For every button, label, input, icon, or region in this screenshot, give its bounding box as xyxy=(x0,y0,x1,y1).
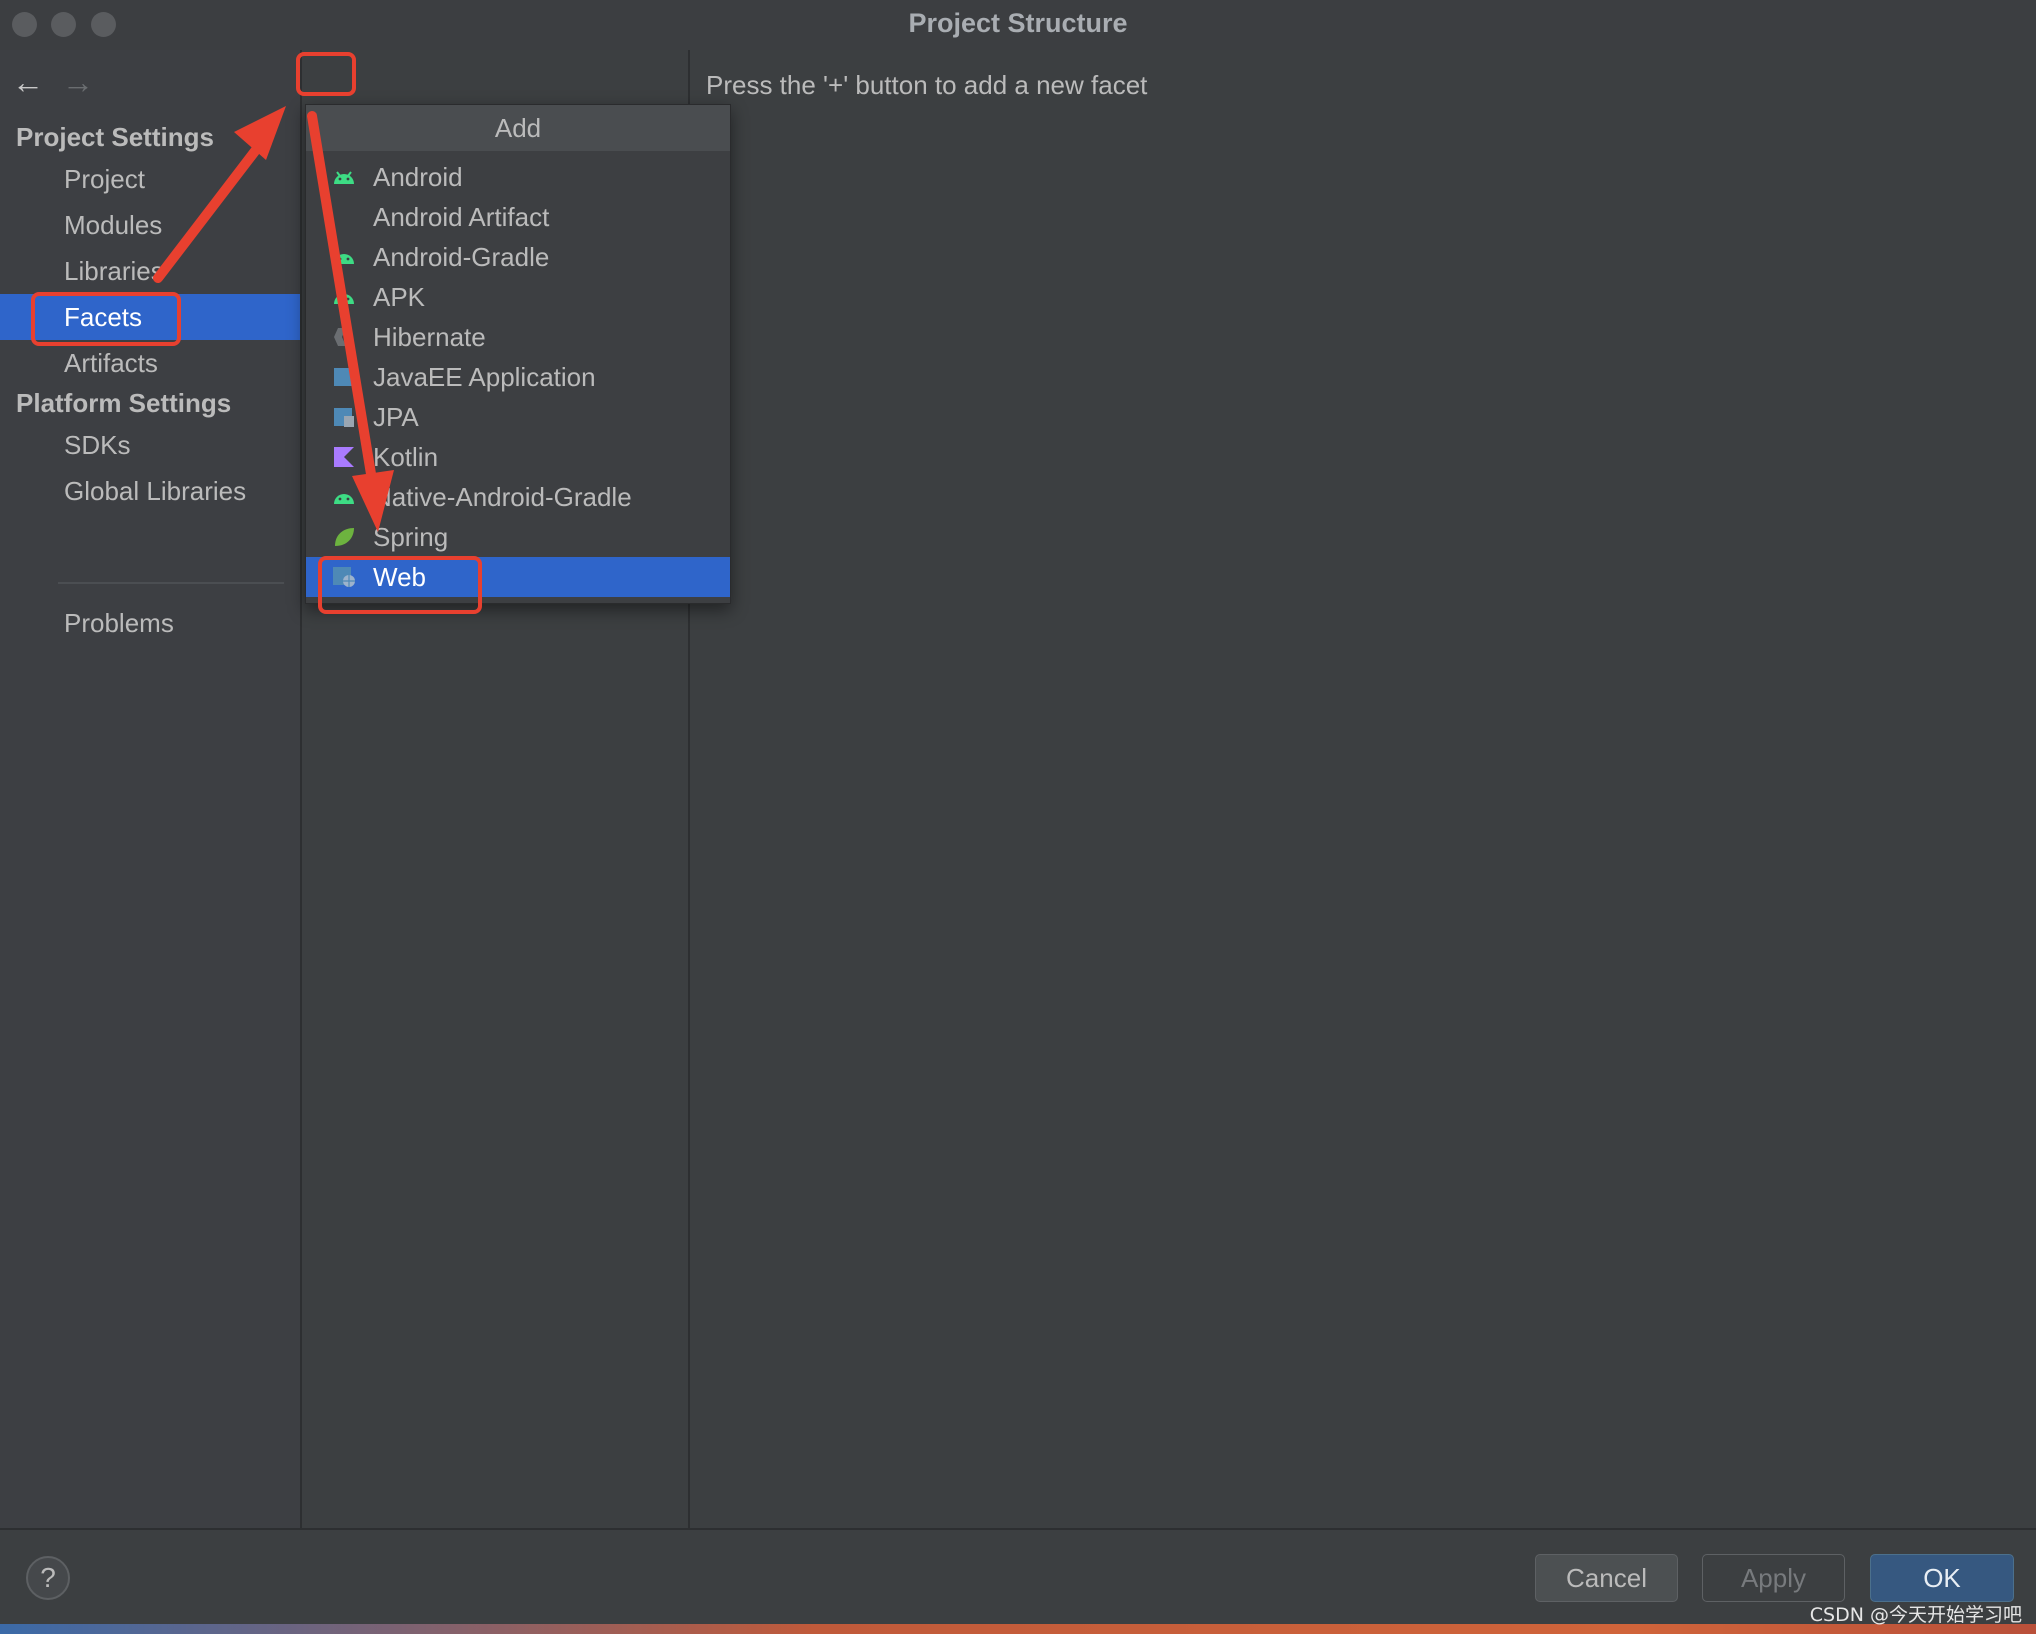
android-icon xyxy=(334,254,354,264)
watermark-text: CSDN @今天开始学习吧 xyxy=(1809,1604,2022,1626)
popup-item-apk[interactable]: APK xyxy=(306,277,730,317)
spring-icon xyxy=(335,528,354,546)
jpa-icon xyxy=(334,408,354,427)
popup-item-label: Hibernate xyxy=(373,322,486,352)
popup-item-hibernate[interactable]: Hibernate xyxy=(306,317,730,357)
forward-arrow-icon[interactable]: → xyxy=(62,66,94,98)
sidebar-item-global-libraries[interactable]: Global Libraries xyxy=(0,468,300,514)
popup-item-label: Spring xyxy=(373,522,449,552)
popup-item-spring[interactable]: Spring xyxy=(306,517,730,557)
empty-hint-text: Press the '+' button to add a new facet xyxy=(706,70,1148,100)
popup-item-label: Android-Gradle xyxy=(373,242,550,272)
window-title: Project Structure xyxy=(908,8,1128,38)
popup-item-label: APK xyxy=(373,282,426,312)
sidebar: ← → Project Settings Project Modules Lib… xyxy=(0,50,302,1528)
help-button[interactable]: ? xyxy=(26,1556,70,1600)
android-icon xyxy=(334,494,354,504)
popup-item-label: Kotlin xyxy=(373,442,439,472)
popup-item-label: Native-Android-Gradle xyxy=(373,482,632,512)
popup-item-label: JavaEE Application xyxy=(373,362,596,392)
back-arrow-icon[interactable]: ← xyxy=(12,66,44,98)
sidebar-divider xyxy=(58,582,284,584)
sidebar-item-sdks[interactable]: SDKs xyxy=(0,422,300,468)
project-settings-heading: Project Settings xyxy=(16,122,214,152)
popup-item-label: Android Artifact xyxy=(373,202,550,232)
popup-item-label: Android xyxy=(373,162,463,192)
ok-button[interactable]: OK xyxy=(1870,1554,2014,1602)
title-bar: Project Structure xyxy=(0,0,2036,50)
popup-item-android-gradle[interactable]: Android-Gradle xyxy=(306,237,730,277)
annotation-box-add xyxy=(296,52,356,96)
sidebar-item-problems[interactable]: Problems xyxy=(0,600,300,646)
platform-settings-heading: Platform Settings xyxy=(16,388,232,418)
popup-item-jpa[interactable]: JPA xyxy=(306,397,730,437)
desktop-background-strip xyxy=(0,1624,2036,1634)
facet-detail-panel: Press the '+' button to add a new facet xyxy=(690,50,2036,1528)
sidebar-item-project[interactable]: Project xyxy=(0,156,300,202)
android-icon xyxy=(334,171,354,184)
popup-item-android-artifact[interactable]: Android Artifact xyxy=(306,197,730,237)
popup-item-android[interactable]: Android xyxy=(306,157,730,197)
sidebar-item-artifacts[interactable]: Artifacts xyxy=(0,340,300,386)
annotation-box-web xyxy=(318,556,482,614)
android-icon xyxy=(334,294,354,304)
kotlin-icon xyxy=(334,447,354,467)
annotation-box-facets xyxy=(31,292,181,346)
popup-header: Add xyxy=(306,105,730,151)
apply-button[interactable]: Apply xyxy=(1702,1554,1845,1602)
popup-item-native-android-gradle[interactable]: Native-Android-Gradle xyxy=(306,477,730,517)
javaee-icon xyxy=(334,368,352,386)
sidebar-item-libraries[interactable]: Libraries xyxy=(0,248,300,294)
hibernate-icon xyxy=(334,328,346,346)
sidebar-item-modules[interactable]: Modules xyxy=(0,202,300,248)
popup-item-label: JPA xyxy=(373,402,419,432)
dialog-footer: ? Cancel Apply OK xyxy=(0,1528,2036,1628)
popup-item-kotlin[interactable]: Kotlin xyxy=(306,437,730,477)
cancel-button[interactable]: Cancel xyxy=(1535,1554,1678,1602)
add-facet-popup: Add Android Android Artifact Android-Gra… xyxy=(305,104,731,604)
popup-item-javaee-application[interactable]: JavaEE Application xyxy=(306,357,730,397)
